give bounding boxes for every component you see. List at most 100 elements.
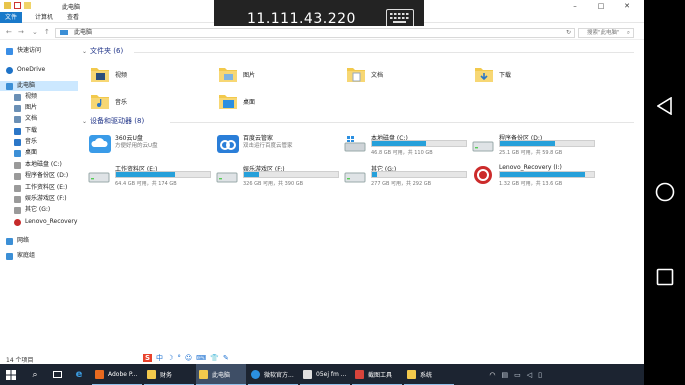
drive-item[interactable]: 其它 (G:) 277 GB 可用，共 292 GB bbox=[344, 163, 469, 187]
sidebar-item-label: 视频 bbox=[25, 93, 38, 100]
sidebar-item-label: 此电脑 bbox=[17, 82, 36, 89]
home-button[interactable] bbox=[652, 179, 678, 205]
minimize-button[interactable]: – bbox=[562, 0, 588, 12]
sidebar-item-label: 音乐 bbox=[25, 138, 38, 145]
divider bbox=[170, 122, 634, 123]
recents-button[interactable] bbox=[652, 264, 678, 290]
properties-icon[interactable] bbox=[14, 2, 21, 9]
drive-item[interactable]: 程序备份区 (D:) 25.1 GB 可用，共 59.8 GB bbox=[472, 132, 597, 156]
skin-icon[interactable]: 👕 bbox=[210, 354, 219, 362]
sidebar-item[interactable]: 网络 bbox=[0, 236, 78, 246]
sidebar-item[interactable]: 视频 bbox=[0, 92, 78, 102]
maximize-button[interactable]: □ bbox=[588, 0, 614, 12]
sidebar-item[interactable]: 图片 bbox=[0, 103, 78, 113]
wifi-icon[interactable]: ◠ bbox=[489, 371, 495, 379]
device-item[interactable]: 360云U盘 方便好用的云U盘 bbox=[88, 132, 213, 156]
sidebar-item[interactable]: 程序备份区 (D:) bbox=[0, 171, 78, 181]
folder-icon bbox=[407, 370, 416, 379]
drive-item[interactable]: 娱乐游戏区 (F:) 326 GB 可用，共 390 GB bbox=[216, 163, 341, 187]
network-icon[interactable]: ▤ bbox=[502, 371, 509, 379]
sidebar-item[interactable]: 桌面 bbox=[0, 148, 78, 158]
music-folder-icon bbox=[91, 95, 109, 109]
sidebar-item[interactable]: 家庭组 bbox=[0, 251, 78, 261]
notification-icon[interactable]: ▭ bbox=[514, 371, 521, 379]
sidebar-item[interactable]: Lenovo_Recovery bbox=[0, 217, 78, 227]
taskbar-app[interactable]: Adobe P... bbox=[92, 364, 142, 385]
tab-view[interactable]: 查看 bbox=[62, 12, 84, 23]
taskbar-app[interactable]: 微软官方... bbox=[248, 364, 298, 385]
folder-item[interactable]: 下载 bbox=[474, 60, 594, 88]
hdd-icon bbox=[344, 165, 368, 185]
folders-group-header[interactable]: ⌄ 文件夹 (6) bbox=[82, 46, 123, 56]
remote-ip-label: 11.111.43.220 bbox=[247, 11, 356, 27]
back-arrow-icon[interactable]: ← bbox=[6, 28, 12, 36]
folder-item[interactable]: 桌面 bbox=[218, 87, 338, 115]
documents-folder-icon bbox=[14, 115, 21, 123]
tools-icon[interactable]: ✎ bbox=[223, 354, 229, 362]
folder-item[interactable]: 文档 bbox=[346, 60, 466, 88]
taskbar-app-label: 05ej fm ... bbox=[316, 371, 347, 378]
computer-icon bbox=[60, 30, 68, 35]
taskbar-app[interactable]: 财务 bbox=[144, 364, 194, 385]
search-button[interactable]: ⌕ bbox=[26, 364, 44, 385]
taskbar-app[interactable]: 此电脑 bbox=[196, 364, 246, 385]
windows-drive-icon bbox=[344, 134, 368, 154]
task-view-button[interactable] bbox=[48, 364, 66, 385]
music-icon bbox=[14, 138, 21, 146]
drive-item[interactable]: 本地磁盘 (C:) 46.8 GB 可用，共 110 GB bbox=[344, 132, 469, 156]
sidebar-item[interactable]: 下载 bbox=[0, 126, 78, 136]
start-button[interactable] bbox=[0, 364, 22, 385]
forward-arrow-icon[interactable]: → bbox=[18, 28, 24, 36]
refresh-icon[interactable]: ↻ bbox=[566, 29, 571, 37]
sogou-icon[interactable]: S bbox=[143, 354, 153, 362]
folder-item[interactable]: 音乐 bbox=[90, 87, 210, 115]
system-tray: ◠ ▤ ▭ ◁ ▯ bbox=[462, 364, 542, 385]
sidebar-item[interactable]: 娱乐游戏区 (F:) bbox=[0, 194, 78, 204]
sidebar-item-label: Lenovo_Recovery bbox=[25, 218, 78, 225]
sidebar-item[interactable]: 此电脑 bbox=[0, 81, 78, 91]
explorer-icon bbox=[199, 370, 208, 379]
taskbar-app[interactable]: 截图工具 bbox=[352, 364, 402, 385]
hdd-icon bbox=[88, 165, 112, 185]
folder-item[interactable]: 视频 bbox=[90, 60, 210, 88]
back-button[interactable] bbox=[652, 93, 678, 119]
drive-icon bbox=[14, 161, 21, 169]
drive-item[interactable]: Lenovo_Recovery (I:) 1.32 GB 可用，共 13.6 GB bbox=[472, 163, 597, 187]
devices-group-header[interactable]: ⌄ 设备和驱动器 (8) bbox=[82, 116, 144, 126]
sidebar-item-label: 工作资料区 (E:) bbox=[25, 184, 68, 191]
battery-icon[interactable]: ▯ bbox=[538, 371, 542, 379]
edge-button[interactable]: e bbox=[70, 364, 88, 385]
close-button[interactable]: ✕ bbox=[614, 0, 640, 12]
tab-file[interactable]: 文件 bbox=[0, 12, 23, 23]
sidebar-item[interactable]: 其它 (G:) bbox=[0, 205, 78, 215]
back-triangle-icon bbox=[657, 97, 672, 115]
chevron-down-icon[interactable]: ⌄ bbox=[32, 28, 38, 36]
search-input[interactable]: 搜索"此电脑" ⌕ bbox=[578, 28, 634, 38]
folder-icon[interactable] bbox=[4, 2, 11, 9]
punctuation-icon[interactable]: ° bbox=[177, 354, 181, 362]
ime-mode-label[interactable]: 中 bbox=[156, 353, 163, 363]
moon-icon[interactable]: ☽ bbox=[167, 354, 173, 362]
folder-label: 视频 bbox=[115, 71, 128, 79]
volume-icon[interactable]: ◁ bbox=[527, 371, 532, 379]
taskbar-app[interactable]: 05ej fm ... bbox=[300, 364, 350, 385]
drive-usage-fill bbox=[116, 172, 176, 177]
status-bar: 14 个项目 bbox=[0, 353, 644, 364]
tab-computer[interactable]: 计算机 bbox=[30, 12, 58, 23]
address-bar[interactable]: 此电脑 ↻ bbox=[55, 28, 575, 38]
sidebar-item[interactable]: OneDrive bbox=[0, 65, 78, 75]
device-item[interactable]: 百度云管家 双击运行百度云管家 bbox=[216, 132, 341, 156]
new-folder-icon[interactable] bbox=[24, 2, 31, 9]
sidebar-item[interactable]: 本地磁盘 (C:) bbox=[0, 160, 78, 170]
taskbar-app[interactable]: 系统 bbox=[404, 364, 454, 385]
sidebar-item-label: OneDrive bbox=[17, 66, 46, 73]
sidebar-item[interactable]: 工作资料区 (E:) bbox=[0, 183, 78, 193]
sidebar-item[interactable]: 音乐 bbox=[0, 137, 78, 147]
sidebar-item[interactable]: 文档 bbox=[0, 114, 78, 124]
emoji-icon[interactable]: ☺ bbox=[185, 354, 192, 362]
folder-item[interactable]: 图片 bbox=[218, 60, 338, 88]
keyboard-icon[interactable]: ⌨ bbox=[196, 354, 206, 362]
drive-item[interactable]: 工作资料区 (E:) 64.4 GB 可用，共 174 GB bbox=[88, 163, 213, 187]
sidebar-item[interactable]: 快速访问 bbox=[0, 46, 78, 56]
up-arrow-icon[interactable]: ↑ bbox=[44, 28, 50, 36]
